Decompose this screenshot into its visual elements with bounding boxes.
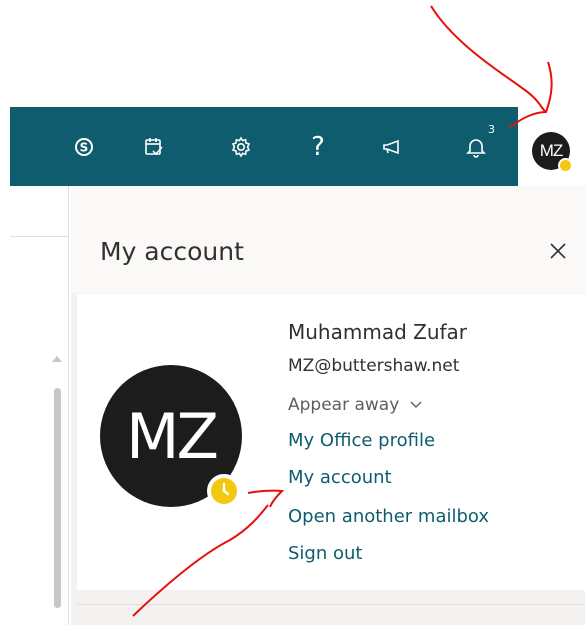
annotation-arrow-bottom [132, 504, 269, 617]
annotation-arrow-bottom-head [247, 489, 285, 508]
annotation-arrow-top [430, 5, 547, 113]
annotation-arrows [132, 5, 553, 617]
